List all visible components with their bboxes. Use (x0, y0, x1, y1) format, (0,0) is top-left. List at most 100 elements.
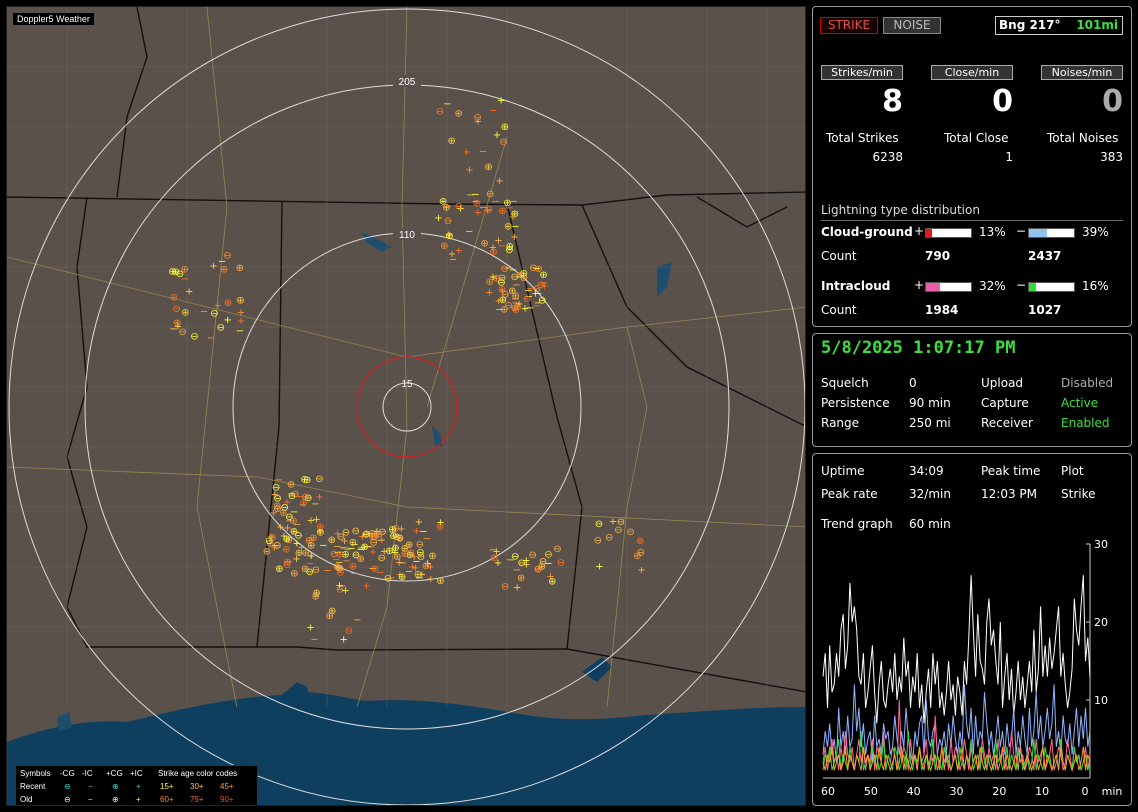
strike-marker: ⊕ (236, 296, 244, 307)
strike-button[interactable]: STRIKE (820, 17, 878, 34)
persistence-value: 90 min (909, 396, 951, 410)
close-range-ring (356, 356, 458, 458)
upload-status[interactable]: Disabled (1061, 376, 1113, 390)
x-tick-label: 50 (864, 785, 878, 798)
peak-rate-label: Peak rate (821, 487, 878, 501)
strike-marker: ⊕ (282, 545, 290, 556)
strike-marker: − (513, 565, 521, 576)
legend-pcg-symbol: ⊕ (112, 795, 119, 804)
x-tick-label: 10 (1035, 785, 1049, 798)
strike-marker: ⊖ (511, 552, 519, 563)
cg-positive-bar (925, 228, 972, 238)
strike-marker: ⊕ (283, 534, 291, 545)
x-tick-label: 60 (821, 785, 835, 798)
strike-marker: + (434, 213, 442, 224)
strike-marker: + (307, 516, 315, 527)
x-tick-label: 30 (950, 785, 964, 798)
legend-header-pcg: +CG (106, 769, 123, 778)
strike-marker: ⊕ (498, 284, 506, 295)
receiver-status[interactable]: Enabled (1061, 416, 1110, 430)
strike-marker: ⊕ (173, 318, 181, 329)
noise-button[interactable]: NOISE (883, 17, 941, 34)
legend-pic-symbol: + (136, 782, 141, 791)
strike-marker: + (637, 565, 645, 576)
strike-marker: ⊕ (436, 522, 444, 533)
close-per-min-header[interactable]: Close/min (931, 65, 1013, 80)
cloud-ground-label: Cloud-ground (821, 225, 913, 239)
trend-chart: 30 20 10 60 50 40 30 20 10 0 min (821, 538, 1123, 798)
plot-value[interactable]: Strike (1061, 487, 1096, 501)
strike-marker: + (362, 581, 370, 592)
strike-marker: + (340, 634, 348, 645)
radar-map[interactable]: 205 110 15 ⊕ − − ⊕ ⊖ − ⊕ ⊖ ⊕ − − ⊕ + ⊕ + ⊖ ⊖ ⊕ − + ⊖ + ⊖ − ⊖ ⊖ + − ⊕… (6, 6, 806, 806)
strike-marker: + (522, 560, 530, 571)
strike-marker: ⊖ (626, 527, 634, 538)
symbol-legend: Symbols -CG -IC +CG +IC Strike age color… (15, 765, 258, 805)
cg-negative-pct: 39% (1082, 225, 1109, 239)
uptime-value: 34:09 (909, 464, 944, 478)
trend-graph-value[interactable]: 60 min (909, 517, 951, 531)
state-borders (7, 7, 805, 693)
strike-marker: ⊖ (557, 557, 565, 568)
distribution-title: Lightning type distribution (821, 203, 980, 217)
strike-marker: ⊖ (172, 304, 180, 315)
strike-marker: − (472, 196, 480, 207)
strike-marker: − (443, 99, 451, 110)
ring-label-15: 15 (401, 379, 413, 390)
range-rings (8, 8, 805, 805)
strike-marker: + (494, 296, 502, 307)
strike-marker: ⊖ (210, 308, 218, 319)
strike-marker: ⊖ (303, 475, 311, 486)
strike-marker: ⊕ (506, 242, 514, 253)
strike-marker: − (443, 202, 451, 213)
trend-graph-label: Trend graph (821, 517, 893, 531)
strike-marker: ⊕ (309, 533, 317, 544)
peak-time-value: 12:03 PM (981, 487, 1037, 501)
strike-marker: + (415, 517, 423, 528)
strike-marker: ⊕ (480, 239, 488, 250)
squelch-value: 0 (909, 376, 917, 390)
strike-marker: ⊖ (281, 502, 289, 513)
strikes-per-min-value: 8 (882, 84, 903, 119)
strike-marker: ⊕ (484, 162, 492, 173)
strike-marker: − (287, 489, 295, 500)
strike-marker: + (494, 558, 502, 569)
strike-marker: − (207, 333, 215, 344)
legend-header-age: Strike age color codes (158, 769, 238, 778)
range-label: Range (821, 416, 860, 430)
x-axis-label: min (1102, 785, 1123, 798)
strike-marker: ⊕ (349, 537, 357, 548)
strike-marker: ⊕ (503, 198, 511, 209)
total-strikes-label: Total Strikes (826, 131, 899, 145)
legend-age-75: 75+ (190, 795, 204, 804)
strike-marker: + (515, 299, 523, 310)
cg-positive-count: 790 (925, 249, 951, 263)
intracloud-label: Intracloud (821, 279, 891, 293)
noises-per-min-value: 0 (1102, 84, 1123, 119)
total-strikes-value: 6238 (872, 150, 903, 164)
strike-marker: − (404, 542, 412, 553)
capture-status[interactable]: Active (1061, 396, 1098, 410)
strike-marker: ⊕ (486, 277, 494, 288)
strike-marker: − (532, 263, 540, 274)
noises-per-min-header[interactable]: Noises/min (1041, 65, 1123, 80)
strike-marker: ⊕ (534, 564, 542, 575)
strike-marker: ⊕ (268, 533, 276, 544)
strike-marker: − (489, 106, 497, 117)
cg-count-label: Count (821, 249, 857, 263)
bearing-display: Bng 217° 101mi (995, 16, 1123, 35)
x-tick-label: 20 (992, 785, 1006, 798)
strikes-per-min-header[interactable]: Strikes/min (821, 65, 903, 80)
legend-pic-symbol: + (136, 795, 141, 804)
strike-marker: ⊖ (504, 301, 512, 312)
strike-marker: − (544, 559, 552, 570)
legend-ncg-symbol: ⊖ (64, 795, 71, 804)
strike-marker: + (540, 281, 548, 292)
strike-marker: + (358, 531, 366, 542)
app-title: Doppler5 Weather (13, 13, 94, 25)
legend-age-45: 45+ (220, 782, 234, 791)
strike-marker: ⊖ (436, 107, 444, 118)
strike-marker: − (218, 257, 226, 268)
strike-marker: + (492, 546, 500, 557)
strike-marker: + (509, 212, 517, 223)
